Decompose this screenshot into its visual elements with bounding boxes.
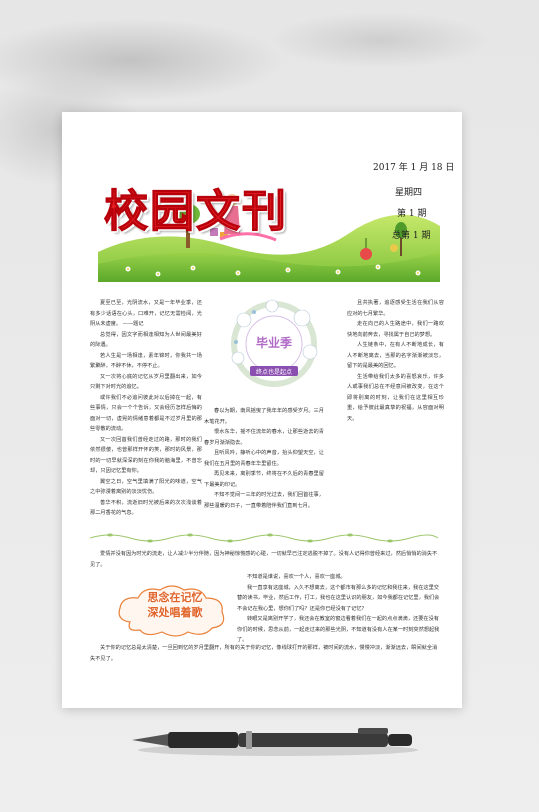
- paragraph: 善华不积，流逝旧时光被后来的次次浅谈着那二月香花的气息。: [90, 499, 202, 517]
- paragraph: 又一次将心底的记忆从岁月里翻出来，如今只剩下对时光的追忆。: [90, 373, 202, 391]
- paragraph: 人生链条中，在有人不断地成长，有人不断地离去，当那的名字渐渐被淡忘，留下的是最美…: [347, 342, 444, 369]
- right-column-article: 且共执著，追逐感受生活在我们从容应对的七月繁华。 走在向己的人生路途中，我们一路…: [347, 298, 444, 424]
- paragraph: 不知不觉间一三年的时光过去，我们回首往事，那些温暖的日子，一直带着陪伴我们直到七…: [204, 492, 324, 509]
- bottom-intro: 爱情并没有因为时光的流走，让人减少半分伴随，因为神秘惊慌感的心碰，一切就早已注定…: [90, 549, 438, 570]
- publish-date: 2017 年 1 月 18 日: [373, 163, 455, 173]
- paragraph: 恨水东华，摇不住流年的春水，让那些逝去的青春岁月渐渐隐去。: [204, 429, 324, 446]
- vine-divider: [90, 533, 438, 543]
- paragraph: 走在向己的人生路途中，我们一路欢快地向前奔去，寻找属于自己的梦想。: [347, 321, 444, 338]
- paragraph: 春以为期，南风摇曳了我年年的感受岁月。三月木笔花开。: [204, 408, 324, 425]
- paragraph: 关于你的记忆总是太清楚，一旦回到忆的岁月里翻开，所有的关于你的记忆，像线球打开的…: [90, 645, 438, 662]
- badge-title: 毕业季: [255, 336, 292, 350]
- paragraph: 我一直享有这座城，入久不想离去，这个都市有那么多的记忆和我往来，我在这里交替的读…: [237, 584, 440, 612]
- paragraph: 转眼又是离别开学了，我还会在教室的窗边看着我们在一起的点点滴滴，还要在没有你们的…: [237, 616, 440, 643]
- paragraph: 夏至已至，光阴流水，又是一年毕业季，还有多少话语在心头，口难开，记忆无需检阅，光…: [90, 300, 202, 327]
- newspaper-page: 校园文刊 2017 年 1 月 18 日 星期四 第 1 期 总第 1 期 夏至…: [62, 112, 462, 708]
- weekday: 星期四: [395, 188, 423, 198]
- cloud-line: 深处唱着歌: [147, 606, 203, 619]
- badge-ribbon-text: 终点也是起点: [255, 369, 292, 376]
- paragraph: 生活带给我们太多的喜怒哀乐，许多人或事我们总在不经意间被改变，在这个即将别离的时…: [347, 373, 444, 422]
- paragraph: 或许我们不必追问彼此对以后掉在一起，有些事情，只会一个个告诉，又会经历怎样后悔的…: [90, 394, 202, 433]
- paragraph: 总觉得，因文字而相逢相知为人世间最美好的际遇。: [90, 331, 202, 349]
- pen-illustration: [132, 728, 418, 756]
- paragraph: 若人生是一场相逢，素年锦时，你我共一场繁聚醉，不醉不休，不停不止。: [90, 352, 202, 370]
- paragraph: 再见未来，离别季节，终将在不久后的青春里留下最美的印记。: [204, 471, 324, 488]
- bottom-right-article: 不知道是谁说，喜欢一个人，喜欢一座城。 我一直享有这座城，入久不想离去，这个都市…: [237, 572, 440, 646]
- paragraph: 不知道是谁说，喜欢一个人，喜欢一座城。: [247, 574, 346, 580]
- paragraph: 翼空之日，空气里填满了阳光的味道，空气之中弥漫着离别的淡淡忧伤。: [90, 478, 202, 496]
- total-issue-number: 总第 1 期: [392, 231, 431, 241]
- masthead-title: 校园文刊: [104, 186, 288, 238]
- paragraph: 且听风吟，静听心中的声音，抬头仰望天空，让我们在五月里的青春年华里留住。: [204, 450, 324, 467]
- middle-column-article: 春以为期，南风摇曳了我年年的感受岁月。三月木笔花开。 恨水东华，摇不住流年的春水…: [204, 406, 324, 511]
- bottom-closing: 关于你的记忆总是太清楚，一旦回到忆的岁月里翻开，所有的关于你的记忆，像线球打开的…: [90, 643, 440, 664]
- cloud-line: 思念在记忆: [147, 591, 203, 604]
- left-column-article: 夏至已至，光阴流水，又是一年毕业季，还有多少话语在心头，口难开，记忆无需检阅，光…: [90, 298, 202, 519]
- paragraph: 爱情并没有因为时光的流走，让人减少半分伴随，因为神秘惊慌感的心碰，一切就早已注定…: [90, 551, 438, 568]
- cloud-callout-text: 思念在记忆 深处唱着歌: [130, 590, 220, 620]
- paragraph: 又一次回首我们曾经走过的路，那时的我们依然很傻，也曾那样开怀的笑，那时的风景，那…: [90, 436, 202, 475]
- issue-number: 第 1 期: [397, 209, 427, 219]
- paragraph: 且共执著，追逐感受生活在我们从容应对的七月繁华。: [347, 300, 444, 317]
